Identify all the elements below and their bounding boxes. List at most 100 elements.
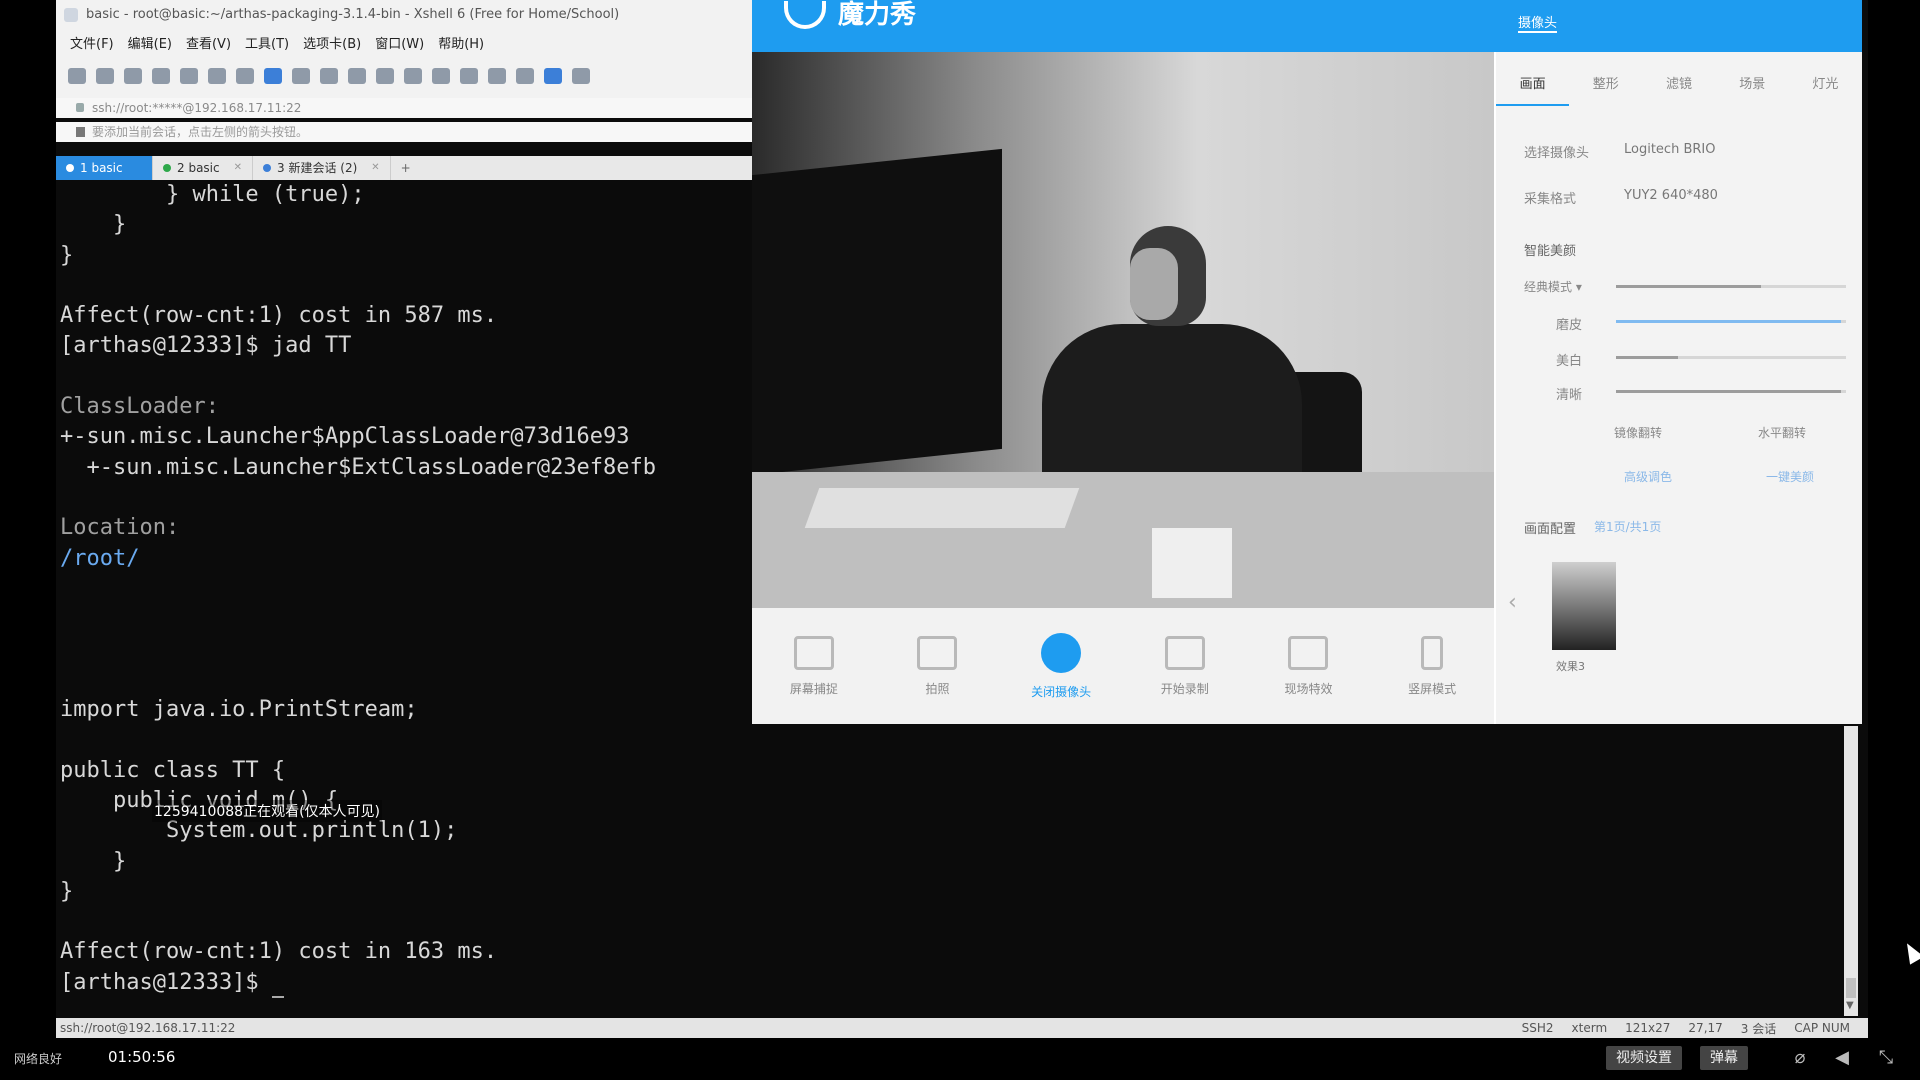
open-folder-icon[interactable] [96, 68, 114, 84]
tool-label: 关闭摄像头 [1031, 684, 1092, 699]
menu-view[interactable]: 查看(V) [186, 33, 231, 52]
photo-button[interactable]: 拍照 [892, 635, 982, 697]
panel-tab-filter[interactable]: 滤镜 [1642, 64, 1715, 106]
term-line [60, 604, 760, 634]
status-size: 121x27 [1625, 1021, 1671, 1035]
print-icon[interactable] [180, 68, 198, 84]
tab-session-2[interactable]: 2 basic ✕ [153, 156, 253, 180]
status-connection: ssh://root@192.168.17.11:22 [60, 1021, 236, 1035]
term-line: public class TT { [60, 757, 286, 783]
add-tab-icon[interactable]: + [391, 156, 421, 180]
sftp-icon[interactable] [348, 68, 366, 84]
keyboard-icon[interactable] [432, 68, 450, 84]
fullscreen-exit-icon[interactable]: ⤡ [1876, 1048, 1896, 1068]
webcam-icon [1041, 632, 1082, 673]
app-logo: 魔力秀 [784, 0, 916, 30]
format-select[interactable]: YUY2 640*480 [1624, 188, 1718, 203]
preview-person-face [1130, 248, 1178, 320]
camera-preview [752, 52, 1494, 608]
menu-tools[interactable]: 工具(T) [245, 33, 289, 52]
start-recording-button[interactable]: 开始录制 [1140, 635, 1230, 697]
bookmark-icon[interactable] [76, 127, 85, 137]
panel-tab-shape[interactable]: 整形 [1569, 64, 1642, 106]
status-protocol: SSH2 [1521, 1021, 1554, 1035]
close-icon[interactable]: ✕ [371, 156, 379, 180]
tool-label: 现场特效 [1284, 681, 1333, 696]
address-text: ssh://root:*****@192.168.17.11:22 [92, 101, 302, 115]
close-icon[interactable]: ✕ [234, 156, 242, 180]
term-line: } [60, 242, 74, 268]
header-tab-camera[interactable]: 摄像头 [1518, 12, 1558, 33]
flip-button[interactable]: 水平翻转 [1758, 424, 1806, 441]
preset-label: 效果3 [1556, 660, 1585, 673]
font-icon[interactable] [292, 68, 310, 84]
camera-app-header: 魔力秀 摄像头 [752, 0, 1862, 52]
terminal-scrollbar[interactable]: ▼ [1844, 726, 1858, 1016]
tab-session-3[interactable]: 3 新建会话 (2) ✕ [253, 156, 391, 180]
whiten-slider-fill [1616, 356, 1679, 359]
panel-tab-light[interactable]: 灯光 [1789, 64, 1862, 106]
skin-slider[interactable] [1616, 320, 1846, 323]
panel-tab-picture[interactable]: 画面 [1496, 64, 1570, 106]
screen-capture-button[interactable]: 屏幕捕捉 [769, 635, 859, 697]
fullscreen-icon[interactable] [376, 68, 394, 84]
tool-label: 屏幕捕捉 [789, 681, 838, 696]
close-camera-button[interactable]: 关闭摄像头 [1016, 632, 1106, 700]
term-line: Location: [60, 515, 180, 541]
menu-help[interactable]: 帮助(H) [438, 33, 484, 52]
layout-icon[interactable] [488, 68, 506, 84]
chat-icon[interactable] [572, 68, 590, 84]
preset-title-text: 画面配置 [1524, 522, 1577, 537]
sharpen-slider[interactable] [1616, 390, 1846, 393]
preset-thumbnail[interactable] [1552, 562, 1616, 650]
status-cursor-pos: 27,17 [1688, 1021, 1723, 1035]
term-line: import java.io.PrintStream; [60, 697, 418, 723]
header-tabs: 摄像头 [1518, 12, 1707, 33]
term-line: /root/ [60, 545, 140, 571]
beauty-mode-select[interactable]: 经典模式 ▾ [1524, 278, 1582, 295]
mirror-button[interactable]: 镜像翻转 [1614, 424, 1662, 441]
scrollbar-thumb[interactable] [1846, 978, 1856, 998]
toolbar [56, 54, 756, 98]
globe-icon[interactable] [264, 68, 282, 84]
portrait-mode-button[interactable]: 竖屏模式 [1387, 635, 1477, 697]
preview-monitor [752, 148, 1002, 476]
phone-icon [1421, 635, 1444, 670]
help-icon[interactable] [544, 68, 562, 84]
address-bar[interactable]: ssh://root:*****@192.168.17.11:22 [56, 98, 756, 118]
tile-icon[interactable] [516, 68, 534, 84]
compose-icon[interactable] [460, 68, 478, 84]
new-session-icon[interactable] [68, 68, 86, 84]
advanced-color-link[interactable]: 高级调色 [1624, 468, 1672, 485]
copy-icon[interactable] [124, 68, 142, 84]
one-key-beauty-link[interactable]: 一键美颜 [1766, 468, 1814, 485]
script-icon[interactable] [320, 68, 338, 84]
menu-file[interactable]: 文件(F) [70, 33, 114, 52]
camera-select[interactable]: Logitech BRIO [1624, 142, 1715, 157]
lock-icon[interactable] [404, 68, 422, 84]
search-icon[interactable] [208, 68, 226, 84]
danmaku-button[interactable]: 弹幕 [1700, 1046, 1748, 1070]
sharpen-slider-fill [1616, 390, 1842, 393]
classic-slider[interactable] [1616, 285, 1846, 288]
tab-label: 3 新建会话 (2) [277, 161, 358, 175]
menu-window[interactable]: 窗口(W) [375, 33, 424, 52]
menu-edit[interactable]: 编辑(E) [128, 33, 172, 52]
mic-off-icon[interactable]: ⌀ [1790, 1048, 1810, 1068]
tab-session-1[interactable]: 1 basic [56, 156, 153, 180]
paste-icon[interactable] [152, 68, 170, 84]
transfer-icon[interactable] [236, 68, 254, 84]
live-effects-button[interactable]: 现场特效 [1263, 635, 1353, 697]
panel-tab-scene[interactable]: 场景 [1716, 64, 1789, 106]
scroll-down-icon[interactable]: ▼ [1846, 1000, 1854, 1011]
video-settings-button[interactable]: 视频设置 [1606, 1046, 1682, 1070]
term-line: ClassLoader: [60, 394, 219, 420]
whiten-slider[interactable] [1616, 356, 1846, 359]
term-line [60, 362, 760, 392]
term-line: } [60, 212, 127, 238]
terminal-output[interactable]: } while (true); }} Affect(row-cnt:1) cos… [60, 180, 760, 1020]
volume-icon[interactable]: ◀ [1832, 1048, 1852, 1068]
chevron-left-icon[interactable]: ‹ [1508, 590, 1517, 615]
tool-label: 开始录制 [1160, 681, 1209, 696]
menu-tabs[interactable]: 选项卡(B) [303, 33, 361, 52]
